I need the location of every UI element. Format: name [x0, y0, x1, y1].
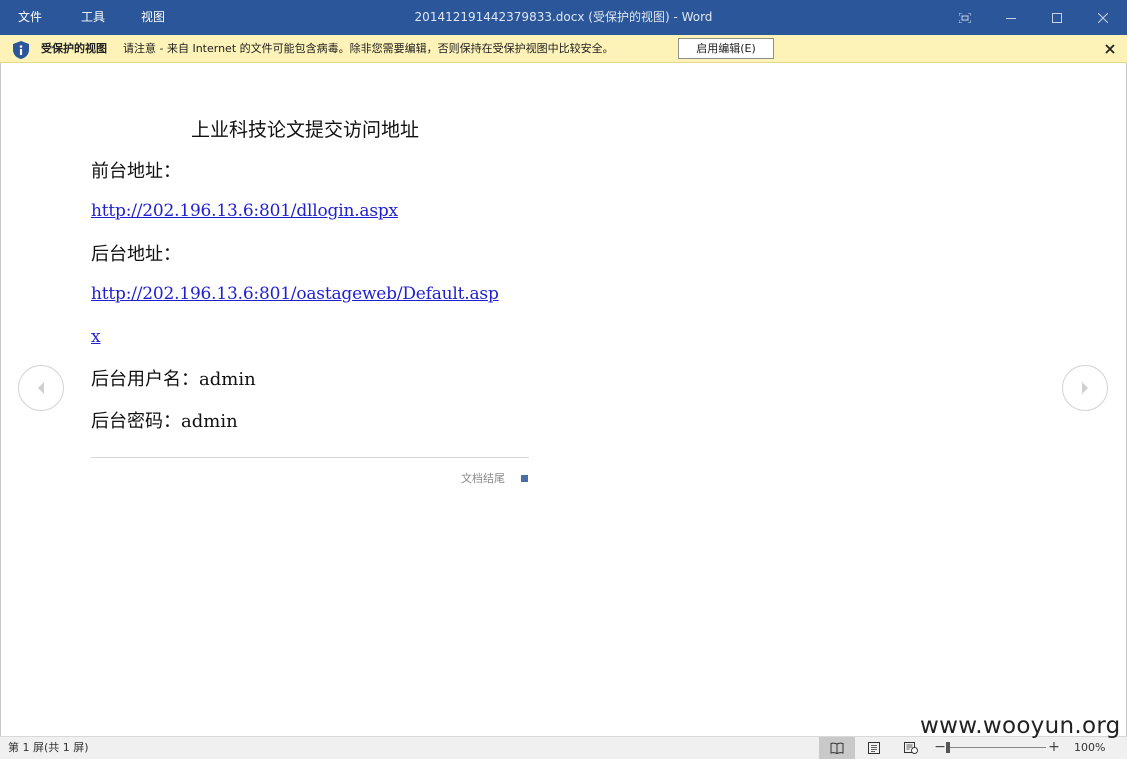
page-layout-icon [868, 742, 880, 754]
watermark: www.wooyun.org [920, 713, 1121, 739]
fullscreen-button[interactable] [942, 0, 988, 35]
close-infobar-icon[interactable] [1103, 42, 1117, 56]
backend-address-label: 后台地址： [91, 244, 181, 265]
zoom-out-button[interactable]: − [934, 737, 946, 758]
zoom-level[interactable]: 100% [1074, 737, 1105, 758]
document-end-marker [521, 475, 528, 482]
shield-icon [13, 41, 29, 59]
status-bar: 第 1 屏(共 1 屏) − + 100% [0, 736, 1127, 759]
page-count: 第 1 屏(共 1 屏) [8, 741, 89, 754]
maximize-icon [1052, 12, 1062, 23]
maximize-button[interactable] [1034, 0, 1080, 35]
fullscreen-icon [959, 12, 971, 23]
close-icon [1098, 12, 1108, 23]
frontend-address-label: 前台地址： [91, 161, 181, 182]
next-page-button[interactable] [1062, 365, 1108, 411]
title-bar: 文件 工具 视图 201412191442379833.docx (受保护的视图… [0, 0, 1127, 35]
menu-tools[interactable]: 工具 [81, 0, 105, 35]
read-mode-button[interactable] [819, 737, 855, 759]
previous-page-button[interactable] [18, 365, 64, 411]
minimize-button[interactable] [988, 0, 1034, 35]
print-layout-button[interactable] [856, 737, 892, 759]
book-icon [830, 742, 844, 754]
arrow-right-icon [1082, 382, 1088, 394]
menu-file[interactable]: 文件 [18, 0, 42, 35]
document-area: 上业科技论文提交访问地址 前台地址： http://202.196.13.6:8… [0, 63, 1127, 736]
backend-address-link-continued[interactable]: x [91, 327, 101, 347]
frontend-address-link[interactable]: http://202.196.13.6:801/dllogin.aspx [91, 201, 398, 221]
zoom-slider-track[interactable] [948, 747, 1046, 748]
zoom-in-button[interactable]: + [1048, 737, 1060, 758]
web-layout-button[interactable] [893, 737, 929, 759]
backend-username: 后台用户名：admin [91, 369, 256, 390]
close-window-button[interactable] [1080, 0, 1126, 35]
menu-view[interactable]: 视图 [141, 0, 165, 35]
zoom-slider-thumb[interactable] [946, 742, 950, 753]
arrow-left-icon [38, 382, 44, 394]
web-layout-icon [904, 742, 918, 754]
protected-view-message: 请注意 - 来自 Internet 的文件可能包含病毒。除非您需要编辑，否则保持… [123, 42, 614, 55]
protected-view-label: 受保护的视图 [41, 42, 107, 55]
document-title: 上业科技论文提交访问地址 [191, 119, 420, 141]
protected-view-bar: 受保护的视图 请注意 - 来自 Internet 的文件可能包含病毒。除非您需要… [0, 35, 1127, 63]
minimize-icon [1006, 17, 1016, 19]
enable-editing-button[interactable]: 启用编辑(E) [678, 38, 774, 59]
document-end-divider [91, 457, 529, 458]
backend-password: 后台密码：admin [91, 411, 238, 432]
document-end-label: 文档结尾 [461, 472, 505, 485]
backend-address-link[interactable]: http://202.196.13.6:801/oastageweb/Defau… [91, 284, 499, 304]
